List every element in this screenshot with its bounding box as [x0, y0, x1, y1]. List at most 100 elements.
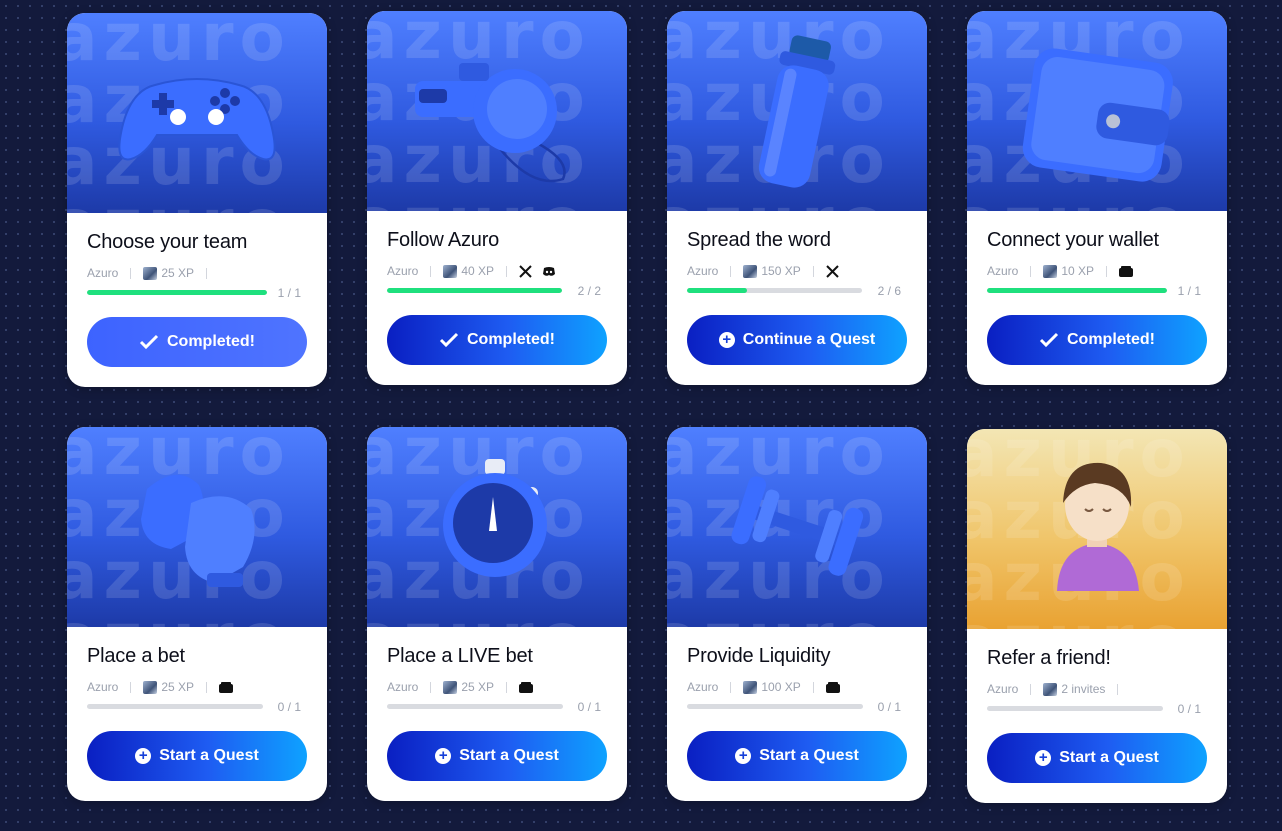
bottle-art: [758, 35, 836, 188]
quest-count: 2 / 2: [577, 284, 601, 298]
quest-card-place-live-bet[interactable]: azuroazuroazuroazuro Place a LIVE bet Az…: [367, 427, 627, 801]
quest-hero: azuroazuroazuroazuro: [67, 13, 327, 213]
wallet-icon: [1119, 265, 1134, 277]
quest-meta: Azuro 25 XP: [87, 265, 219, 281]
start-quest-button[interactable]: + Start a Quest: [87, 731, 307, 781]
continue-quest-button[interactable]: + Continue a Quest: [687, 315, 907, 365]
quest-progress: [387, 704, 563, 709]
quest-progress: [87, 290, 267, 295]
quest-title: Place a LIVE bet: [387, 645, 533, 667]
stopwatch-art: [443, 459, 547, 577]
quest-count: 0 / 1: [877, 700, 901, 714]
quest-progress: [387, 288, 562, 293]
quest-count: 1 / 1: [277, 286, 301, 300]
check-icon: [139, 334, 159, 350]
start-quest-button[interactable]: + Start a Quest: [687, 731, 907, 781]
quest-source: Azuro: [987, 264, 1019, 278]
quest-source: Azuro: [687, 264, 719, 278]
quest-source: Azuro: [387, 264, 419, 278]
plus-icon: +: [135, 748, 152, 764]
quest-hero: azuroazuroazuroazuro: [967, 429, 1227, 629]
quest-count: 0 / 1: [1177, 702, 1201, 716]
quest-card-choose-team[interactable]: azuroazuroazuroazuro Choose your team Az…: [67, 13, 327, 387]
plus-icon: +: [435, 748, 452, 764]
quest-source: Azuro: [387, 680, 419, 694]
quest-reward: 100 XP: [761, 680, 801, 694]
quest-hero: azuroazuroazuroazuro: [667, 11, 927, 211]
quest-progress: [987, 706, 1163, 711]
quest-hero: azuroazuroazuroazuro: [367, 11, 627, 211]
quest-source: Azuro: [987, 682, 1019, 696]
quest-hero: azuroazuroazuroazuro: [967, 11, 1227, 211]
avatar-art: [1057, 462, 1139, 591]
quest-title: Place a bet: [87, 645, 185, 667]
quest-card-refer-friend[interactable]: azuroazuroazuroazuro Refer a friend! Azu…: [967, 429, 1227, 803]
quest-card-place-bet[interactable]: azuroazuroazuroazuro Place a bet Azuro 2…: [67, 427, 327, 801]
boxing-gloves-art: [141, 474, 255, 587]
quest-card-connect-wallet[interactable]: azuroazuroazuroazuro Connect your wallet…: [967, 11, 1227, 385]
quest-title: Spread the word: [687, 229, 831, 251]
wallet-icon: [825, 681, 840, 693]
dumbbell-art: [731, 476, 864, 576]
whistle-art: [415, 63, 566, 183]
start-quest-button[interactable]: + Start a Quest: [387, 731, 607, 781]
xp-icon: [443, 264, 458, 278]
plus-icon: +: [1035, 750, 1052, 766]
wallet-icon: [519, 681, 534, 693]
xp-icon: [443, 680, 458, 694]
quest-progress: [687, 704, 863, 709]
quest-source: Azuro: [87, 680, 119, 694]
invite-icon: [1043, 682, 1058, 696]
quest-reward: 2 invites: [1061, 682, 1106, 696]
quest-reward: 25 XP: [461, 680, 495, 694]
quest-title: Refer a friend!: [987, 647, 1111, 669]
quest-hero: azuroazuroazuroazuro: [67, 427, 327, 627]
wallet-art: [1022, 48, 1173, 182]
quest-progress: [987, 288, 1167, 293]
quest-source: Azuro: [687, 680, 719, 694]
quest-hero: azuroazuroazuroazuro: [667, 427, 927, 627]
xp-icon: [143, 680, 158, 694]
start-quest-button[interactable]: + Start a Quest: [987, 733, 1207, 783]
quest-count: 1 / 1: [1177, 284, 1201, 298]
x-icon: [519, 264, 532, 278]
quest-count: 0 / 1: [277, 700, 301, 714]
plus-icon: +: [735, 748, 752, 764]
quest-title: Provide Liquidity: [687, 645, 831, 667]
gamepad-art: [118, 78, 276, 161]
xp-icon: [1043, 264, 1058, 278]
wallet-icon: [219, 681, 234, 693]
quest-reward: 25 XP: [161, 266, 195, 280]
quest-card-follow-azuro[interactable]: azuroazuroazuroazuro Follow Azuro Azuro …: [367, 11, 627, 385]
quest-meta: Azuro 25 XP: [387, 679, 543, 695]
quest-card-spread-word[interactable]: azuroazuroazuroazuro Spread the word Azu…: [667, 11, 927, 385]
quest-meta: Azuro 40 XP: [387, 263, 566, 279]
quest-reward: 10 XP: [1061, 264, 1095, 278]
quest-progress: [687, 288, 862, 293]
quest-source: Azuro: [87, 266, 119, 280]
quest-count: 0 / 1: [577, 700, 601, 714]
discord-icon: [542, 266, 556, 277]
check-icon: [1039, 332, 1059, 348]
quest-meta: Azuro 25 XP: [87, 679, 243, 695]
xp-icon: [743, 264, 758, 278]
quest-title: Follow Azuro: [387, 229, 500, 251]
x-icon: [826, 264, 839, 278]
check-icon: [439, 332, 459, 348]
quest-meta: Azuro 10 XP: [987, 263, 1143, 279]
quest-meta: Azuro 150 XP: [687, 263, 849, 279]
quest-title: Connect your wallet: [987, 229, 1159, 251]
quest-reward: 25 XP: [161, 680, 195, 694]
quest-progress: [87, 704, 263, 709]
completed-button[interactable]: Completed!: [387, 315, 607, 365]
quest-reward: 40 XP: [461, 264, 495, 278]
completed-button[interactable]: Completed!: [87, 317, 307, 367]
quest-count: 2 / 6: [877, 284, 901, 298]
quest-meta: Azuro 2 invites: [987, 681, 1130, 697]
quest-meta: Azuro 100 XP: [687, 679, 850, 695]
completed-button[interactable]: Completed!: [987, 315, 1207, 365]
quest-card-provide-liquidity[interactable]: azuroazuroazuroazuro Provide Liquidity A…: [667, 427, 927, 801]
quest-title: Choose your team: [87, 231, 248, 253]
quest-hero: azuroazuroazuroazuro: [367, 427, 627, 627]
xp-icon: [743, 680, 758, 694]
